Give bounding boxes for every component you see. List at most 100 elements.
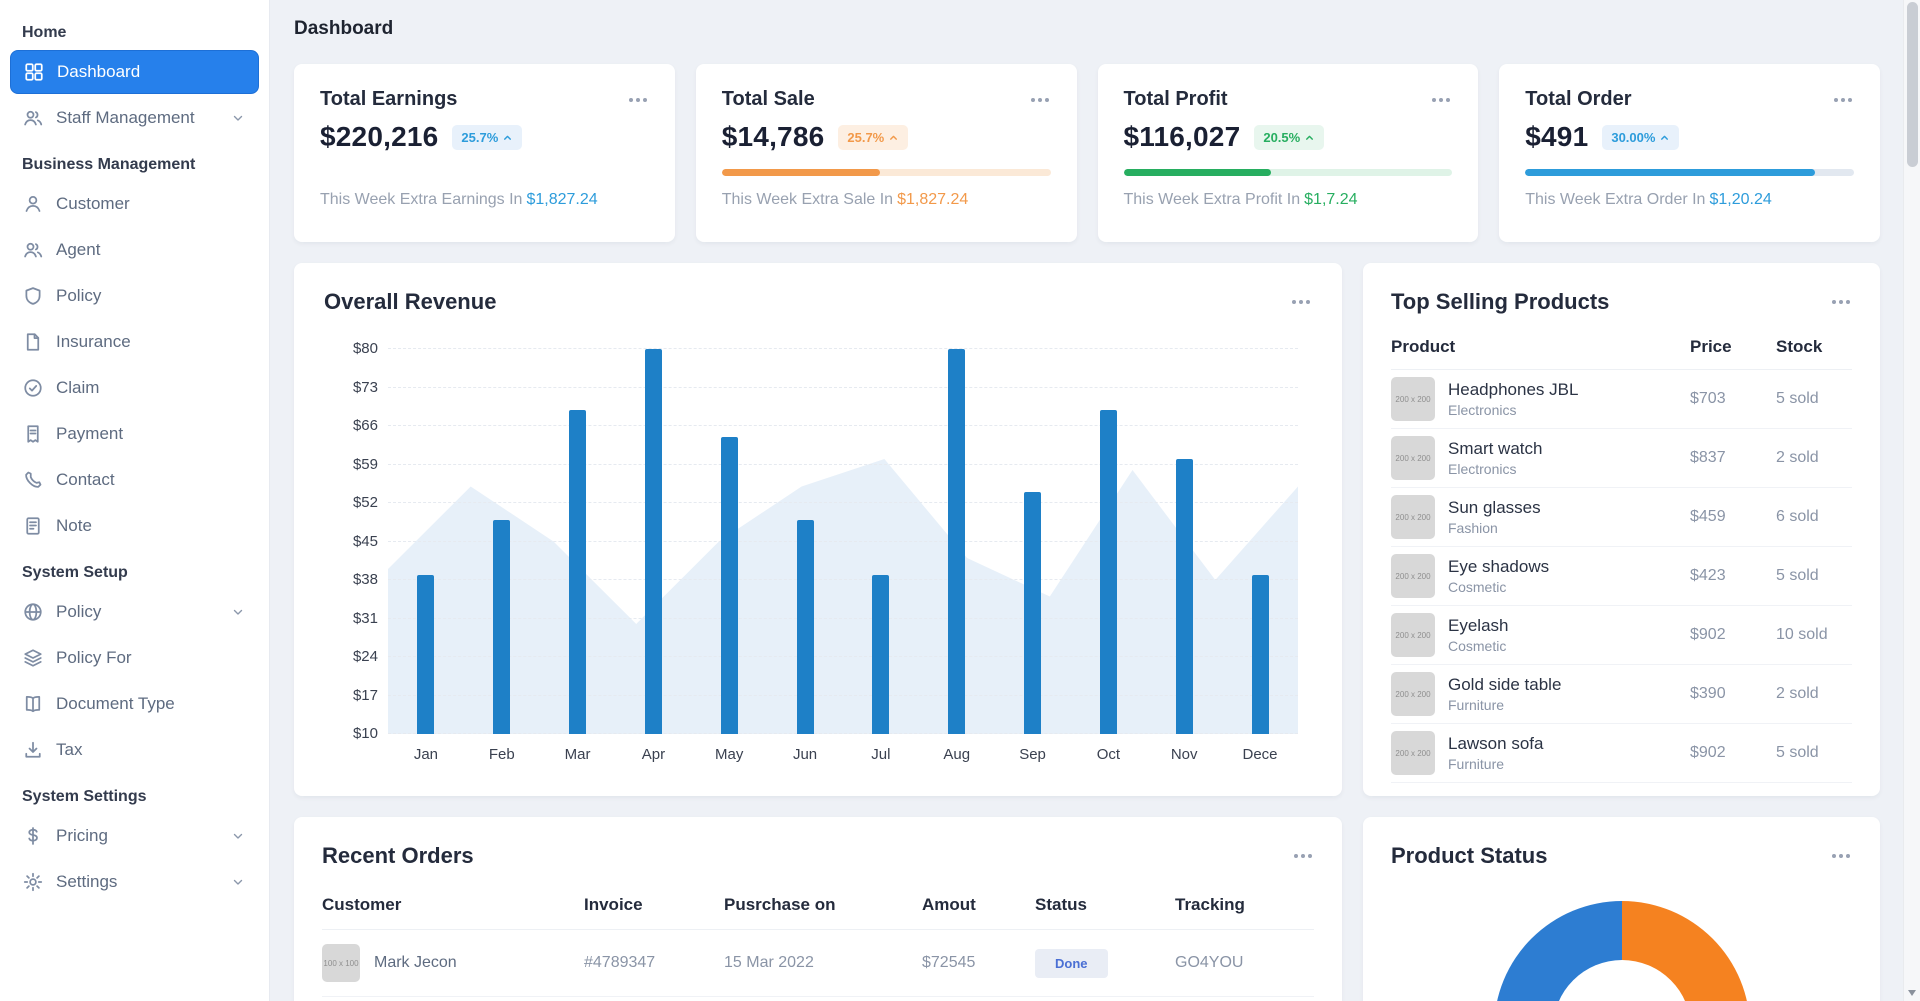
sidebar-item-label: Policy For xyxy=(56,648,132,667)
stat-title: Total Sale xyxy=(721,88,815,110)
sidebar-item-payment[interactable]: Payment xyxy=(10,412,259,456)
staff-users-icon xyxy=(23,108,43,128)
sidebar-item-label: Note xyxy=(56,516,92,535)
bottom-row: Recent Orders Customer Invoice Pusrchase… xyxy=(294,817,1880,1001)
status-badge: Done xyxy=(1035,948,1108,978)
ellipsis-menu-icon[interactable] xyxy=(1832,92,1854,108)
contact-phone-icon xyxy=(23,470,43,490)
sidebar-item-label: Policy xyxy=(56,286,102,305)
table-row-partial[interactable]: 100 x 100 xyxy=(322,997,1314,1001)
scrollbar-thumb[interactable] xyxy=(1907,2,1918,167)
product-stock: 10 sold xyxy=(1776,626,1828,643)
chevron-up-icon xyxy=(1661,135,1669,140)
product-category: Cosmetic xyxy=(1448,638,1507,655)
grid-line: $66 xyxy=(353,417,1298,434)
table-row[interactable]: 200 x 200 Eye shadows Cosmetic $423 5 sold xyxy=(1391,547,1852,606)
grid-line: $45 xyxy=(353,533,1298,550)
sidebar-item-staff-management[interactable]: Staff Management xyxy=(10,96,259,140)
sidebar-item-contact[interactable]: Contact xyxy=(10,458,259,502)
main-content: Dashboard Total Earnings $220,216 25.7% … xyxy=(270,0,1904,1001)
stat-badge: 25.7% xyxy=(452,124,523,150)
y-axis-label: $59 xyxy=(352,455,378,473)
sidebar-item-tax[interactable]: Tax xyxy=(10,728,259,772)
sidebar-item-policy-for[interactable]: Policy For xyxy=(10,636,259,680)
sidebar-section-system-setup: System Setup xyxy=(22,564,128,581)
sidebar-item-insurance[interactable]: Insurance xyxy=(10,320,259,364)
product-stock: 5 sold xyxy=(1776,567,1819,584)
y-axis-label: $66 xyxy=(352,417,378,434)
recent-orders-header-row: Customer Invoice Pusrchase on Amout Stat… xyxy=(322,895,1314,930)
sidebar-item-settings[interactable]: Settings xyxy=(10,860,259,904)
policy-shield-icon xyxy=(23,286,43,306)
sidebar-item-label: Agent xyxy=(56,240,101,259)
product-price: $837 xyxy=(1690,449,1726,466)
scrollbar[interactable] xyxy=(1903,0,1920,1001)
stat-badge: 30.00% xyxy=(1602,124,1680,150)
y-axis-label: $38 xyxy=(352,571,378,588)
y-axis-label: $10 xyxy=(352,725,378,742)
ellipsis-menu-icon[interactable] xyxy=(1830,294,1852,310)
overall-revenue-chart: $80 $73 $66 $59 $52 $45 $38 $31 $24 $17 $10 xyxy=(353,340,1298,742)
revenue-x-axis: Jan Feb Mar Apr May Jun Jul Aug Sep Oct Nov Dece xyxy=(388,746,1298,763)
x-axis-label: Nov xyxy=(1170,746,1198,763)
dashboard-grid-icon xyxy=(24,62,44,82)
y-axis-label: $17 xyxy=(352,686,378,704)
sidebar-item-customer[interactable]: Customer xyxy=(10,182,259,226)
insurance-file-icon xyxy=(23,332,43,352)
product-thumbnail: 200 x 200 xyxy=(1391,613,1435,657)
scrollbar-down-arrow-icon[interactable] xyxy=(1908,990,1916,996)
stat-card-total-profit: Total Profit $116,027 20.5% This Week Ex… xyxy=(1097,64,1479,242)
y-axis-label: $24 xyxy=(352,648,378,665)
table-row[interactable]: 200 x 200 Sun glasses Fashion $459 6 sold xyxy=(1391,488,1852,547)
sidebar-item-policy[interactable]: Policy xyxy=(10,274,259,318)
stat-progress-bar xyxy=(1525,169,1854,176)
product-thumbnail: 200 x 200 xyxy=(1391,436,1435,480)
table-row[interactable]: 200 x 200 Gold side table Furniture $390 2… xyxy=(1391,665,1852,724)
column-header-product: Product xyxy=(1391,337,1456,356)
customer-name: Mark Jecon xyxy=(374,954,457,971)
sidebar-section-home: Home xyxy=(22,24,67,41)
sidebar-item-note[interactable]: Note xyxy=(10,504,259,548)
top-selling-products-card: Top Selling Products Product Price Stock… xyxy=(1363,263,1880,796)
product-stock: 6 sold xyxy=(1776,508,1819,525)
ellipsis-menu-icon[interactable] xyxy=(1029,92,1051,108)
revenue-bar xyxy=(720,437,738,734)
table-row[interactable]: 200 x 200 Headphones JBL Electronics $703 … xyxy=(1391,370,1852,429)
tax-download-icon xyxy=(23,740,43,760)
sidebar-item-label: Payment xyxy=(56,424,124,443)
product-stock: 5 sold xyxy=(1776,390,1819,407)
grid-line: $17 xyxy=(353,687,1298,704)
x-axis-label: Jun xyxy=(792,746,818,763)
product-category: Electronics xyxy=(1448,461,1517,478)
table-row[interactable]: 200 x 200 Eyelash Cosmetic $902 10 sold xyxy=(1391,606,1852,665)
stat-desc: This Week Extra Sale In $1,827.24 xyxy=(721,191,969,208)
table-row[interactable]: 100 x 100 Mark Jecon #4789347 15 Mar 202… xyxy=(322,930,1314,997)
pricing-dollar-icon xyxy=(23,826,43,846)
table-row[interactable]: 200 x 200 Lawson sofa Furniture $902 5 sol… xyxy=(1391,724,1852,783)
stat-desc-amount: $1,827.24 xyxy=(526,191,598,208)
ellipsis-menu-icon[interactable] xyxy=(1830,848,1852,864)
ellipsis-menu-icon[interactable] xyxy=(627,92,649,108)
chevron-up-icon xyxy=(504,135,512,140)
product-category: Furniture xyxy=(1448,756,1505,773)
sidebar-item-pricing[interactable]: Pricing xyxy=(10,814,259,858)
donut-ring xyxy=(1493,901,1750,1001)
sidebar-item-policy-setup[interactable]: Policy xyxy=(10,590,259,634)
ellipsis-menu-icon[interactable] xyxy=(1292,848,1314,864)
product-status-donut-chart xyxy=(1493,901,1750,1001)
stat-card-total-sale: Total Sale $14,786 25.7% This Week Extra… xyxy=(695,64,1077,242)
sidebar-item-dashboard[interactable]: Dashboard xyxy=(10,50,259,94)
sidebar-item-agent[interactable]: Agent xyxy=(10,228,259,272)
x-axis-label: Aug xyxy=(943,746,971,763)
sidebar-item-document-type[interactable]: Document Type xyxy=(10,682,259,726)
ellipsis-menu-icon[interactable] xyxy=(1290,294,1312,310)
stat-title: Total Earnings xyxy=(320,88,458,110)
order-amount: $72545 xyxy=(922,954,976,971)
sidebar-item-claim[interactable]: Claim xyxy=(10,366,259,410)
chevron-down-icon xyxy=(230,604,246,620)
agent-users-icon xyxy=(23,240,43,260)
customer-user-icon xyxy=(23,194,43,214)
stat-card-total-earnings: Total Earnings $220,216 25.7% This Week … xyxy=(294,64,675,242)
table-row[interactable]: 200 x 200 Smart watch Electronics $837 2 s… xyxy=(1391,429,1852,488)
ellipsis-menu-icon[interactable] xyxy=(1430,92,1452,108)
